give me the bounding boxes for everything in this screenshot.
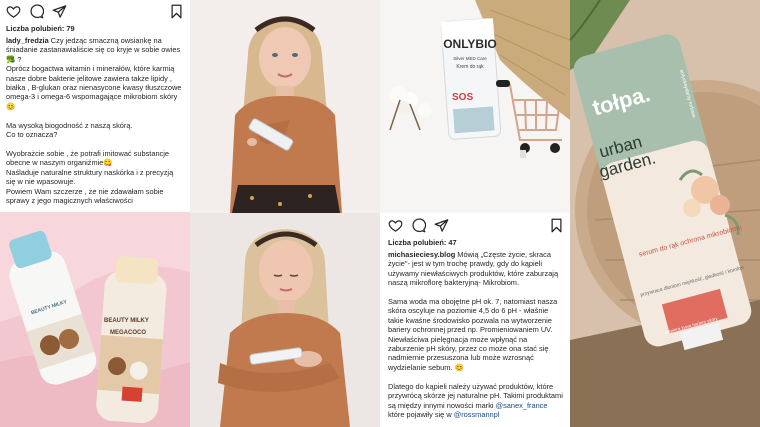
photo-tolpa-serum[interactable]: tołpa. antyoksydanty torfowe urban garde… xyxy=(570,0,760,427)
caption-text: Czy jedząc smaczną owsiankę na śniadanie… xyxy=(6,36,182,205)
photo-woman-hand-cream-1[interactable] xyxy=(190,0,380,213)
photo-illustration xyxy=(190,0,380,213)
post-actions-bar xyxy=(388,217,564,233)
post-caption-panel-1: Liczba polubień: 79 lady_fredzia Czy jed… xyxy=(0,0,190,212)
post-caption: michasieciesy.blog Mówią „Częste życie, … xyxy=(388,250,564,419)
bielenda-label-2: BEAUTY MILKY xyxy=(104,318,149,324)
post-username[interactable]: lady_fredzia xyxy=(6,36,49,45)
likes-count[interactable]: Liczba polubień: 79 xyxy=(6,24,184,33)
photo-illustration: BEAUTY MILKY MEGACOCO BEAUTY MILKY xyxy=(0,212,190,427)
caption-tail-text: które pojawiły się w xyxy=(388,409,454,419)
onlybio-name-text: Krem do rąk xyxy=(456,64,484,70)
post-caption: lady_fredzia Czy jedząc smaczną owsiankę… xyxy=(6,36,184,205)
bookmark-icon[interactable] xyxy=(169,4,184,19)
bookmark-icon[interactable] xyxy=(549,218,564,233)
post-caption-panel-2: Liczba polubień: 47 michasieciesy.blog M… xyxy=(380,214,570,427)
onlybio-line-text: Silver MED Care xyxy=(453,56,487,61)
mention-link[interactable]: @sanex_france xyxy=(496,401,548,410)
photo-illustration: tołpa. antyoksydanty torfowe urban garde… xyxy=(570,0,760,427)
post-actions-bar xyxy=(6,3,184,19)
photo-illustration: ONLYBIO Silver MED Care Krem do rąk SOS xyxy=(380,0,570,213)
onlybio-brand-text: ONLYBIO xyxy=(443,37,497,51)
bielenda-label-3: MEGACOCO xyxy=(110,330,146,336)
onlybio-badge-text: SOS xyxy=(452,92,473,103)
photo-woman-hand-cream-2[interactable] xyxy=(190,213,380,427)
heart-icon[interactable] xyxy=(6,4,21,19)
photo-bielenda-bottles[interactable]: BEAUTY MILKY MEGACOCO BEAUTY MILKY xyxy=(0,212,190,427)
photo-onlybio-cream[interactable]: ONLYBIO Silver MED Care Krem do rąk SOS xyxy=(380,0,570,213)
comment-icon[interactable] xyxy=(29,3,44,19)
post-username[interactable]: michasieciesy.blog xyxy=(388,250,455,259)
likes-count[interactable]: Liczba polubień: 47 xyxy=(388,238,564,247)
caption-text: Mówią „Częste życie, skraca życie"- jest… xyxy=(388,250,563,410)
share-icon[interactable] xyxy=(52,4,67,19)
heart-icon[interactable] xyxy=(388,218,403,233)
photo-illustration xyxy=(190,213,380,427)
comment-icon[interactable] xyxy=(411,217,426,233)
mention-link[interactable]: @rossmannpl xyxy=(454,410,500,419)
share-icon[interactable] xyxy=(434,218,449,233)
